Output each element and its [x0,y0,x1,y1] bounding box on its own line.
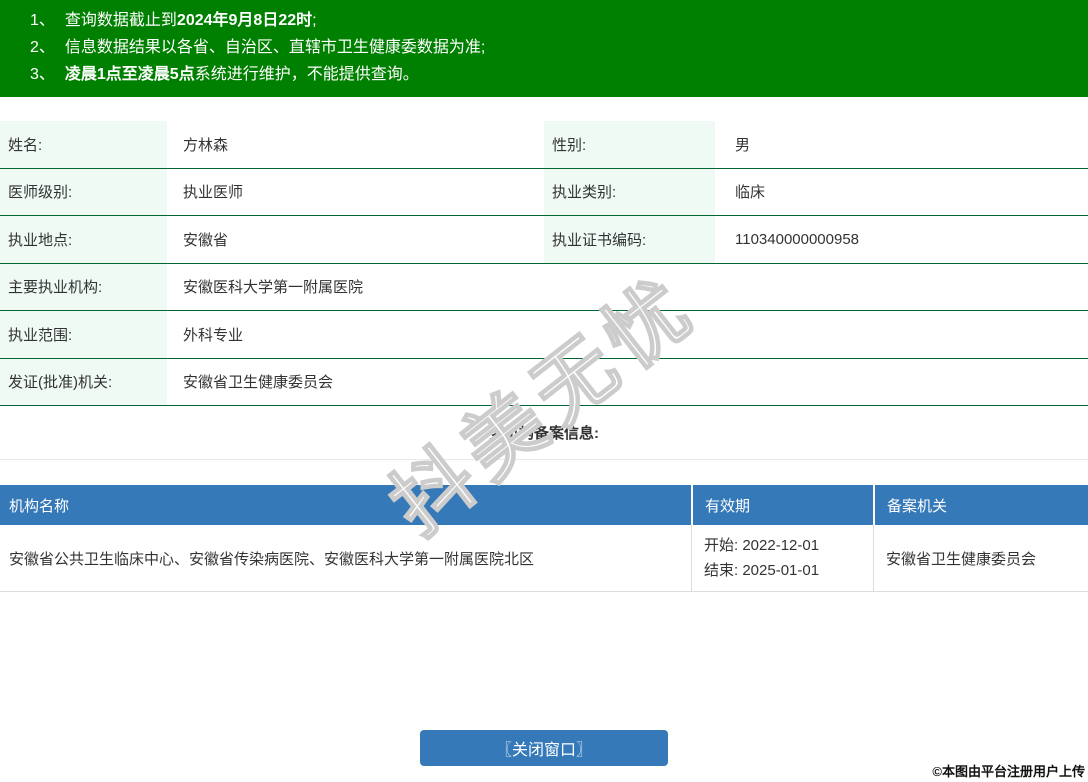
notice-text: 系统进行维护，不能提供查询。 [195,66,419,83]
practice-location-value: 安徽省 [167,216,544,263]
validity-end: 结束: 2025-01-01 [704,558,819,583]
practice-scope-label: 执业范围: [0,311,167,358]
notice-number: 2、 [30,34,55,61]
practice-category-label: 执业类别: [544,169,715,216]
main-institution-label: 主要执业机构: [0,264,167,311]
table-row: 姓名: 方林森 性别: 男 [0,121,1088,169]
multi-org-table-header: 机构名称 有效期 备案机关 [0,485,1088,525]
name-value: 方林森 [167,121,544,168]
notice-number: 3、 [30,61,55,88]
table-row: 执业地点: 安徽省 执业证书编码: 110340000000958 [0,216,1088,264]
notice-number: 1、 [30,7,55,34]
notice-line-2: 2、信息数据结果以各省、自治区、直辖市卫生健康委数据为准; [0,34,1088,61]
issuing-authority-label: 发证(批准)机关: [0,359,167,406]
table-row: 主要执业机构: 安徽医科大学第一附属医院 [0,264,1088,312]
certificate-number-label: 执业证书编码: [544,216,715,263]
certificate-number-value: 110340000000958 [715,216,1088,263]
column-header-validity: 有效期 [691,485,873,525]
doctor-level-value: 执业医师 [167,169,544,216]
org-names-value: 安徽省公共卫生临床中心、安徽省传染病医院、安徽医科大学第一附属医院北区 [0,525,691,591]
name-label: 姓名: [0,121,167,168]
notice-text: ; [312,12,316,29]
multi-org-table: 机构名称 有效期 备案机关 安徽省公共卫生临床中心、安徽省传染病医院、安徽医科大… [0,485,1088,592]
practice-category-value: 临床 [715,169,1088,216]
notice-text: 查询数据截止到 [65,12,177,29]
practice-scope-value: 外科专业 [167,311,1088,358]
table-row: 发证(批准)机关: 安徽省卫生健康委员会 [0,359,1088,407]
multi-org-section-heading: 多机构备案信息: [0,406,1088,460]
table-row: 执业范围: 外科专业 [0,311,1088,359]
gender-value: 男 [715,121,1088,168]
table-row: 安徽省公共卫生临床中心、安徽省传染病医院、安徽医科大学第一附属医院北区 开始: … [0,525,1088,592]
issuing-authority-value: 安徽省卫生健康委员会 [167,359,1088,406]
doctor-info-table: 姓名: 方林森 性别: 男 医师级别: 执业医师 执业类别: 临床 执业地点: … [0,121,1088,406]
notice-text-bold: 2024年9月8日22时 [177,12,312,29]
notice-text-bold: 凌晨1点至凌晨5点 [65,66,195,83]
notice-line-1: 1、查询数据截止到2024年9月8日22时; [0,7,1088,34]
validity-period-value: 开始: 2022-12-01 结束: 2025-01-01 [691,525,873,591]
button-container: 〖关闭窗口〗 [0,730,1088,766]
close-window-button[interactable]: 〖关闭窗口〗 [420,730,668,766]
filing-authority-value: 安徽省卫生健康委员会 [873,525,1088,591]
copyright-note: ©本图由平台注册用户上传 [932,761,1085,780]
notice-banner: 1、查询数据截止到2024年9月8日22时; 2、信息数据结果以各省、自治区、直… [0,0,1088,97]
validity-start: 开始: 2022-12-01 [704,533,819,558]
doctor-level-label: 医师级别: [0,169,167,216]
notice-text: 信息数据结果以各省、自治区、直辖市卫生健康委数据为准; [65,39,485,56]
gender-label: 性别: [544,121,715,168]
notice-line-3: 3、凌晨1点至凌晨5点系统进行维护，不能提供查询。 [0,61,1088,88]
column-header-filing-authority: 备案机关 [873,485,1088,525]
practice-location-label: 执业地点: [0,216,167,263]
main-institution-value: 安徽医科大学第一附属医院 [167,264,1088,311]
column-header-org-name: 机构名称 [0,485,691,525]
table-row: 医师级别: 执业医师 执业类别: 临床 [0,169,1088,217]
